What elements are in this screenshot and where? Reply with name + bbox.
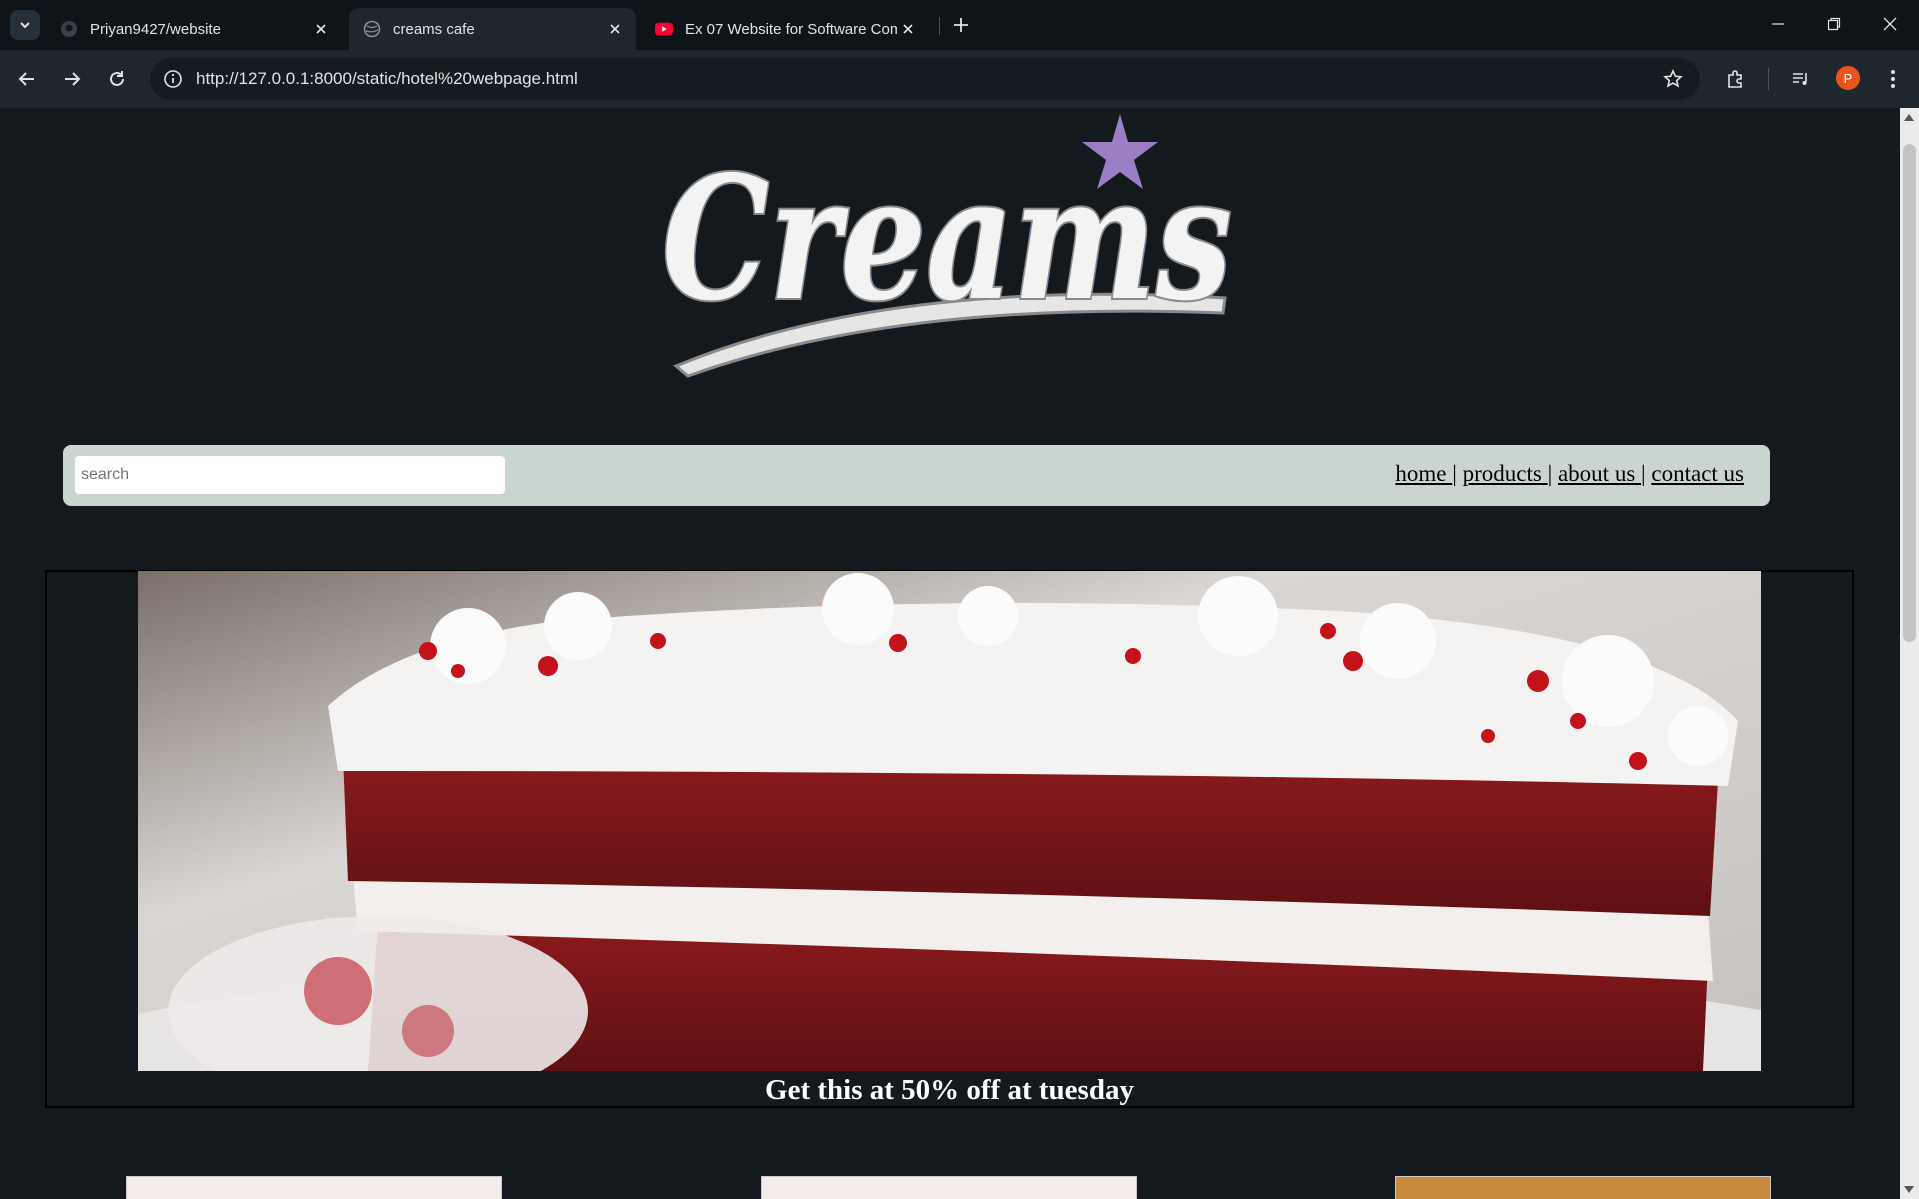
tab-youtube[interactable]: Ex 07 Website for Software Com	[641, 8, 929, 50]
restore-icon	[1827, 17, 1841, 31]
toolbar-divider	[1768, 68, 1769, 90]
youtube-icon	[655, 20, 673, 38]
nav-link-contact-us[interactable]: contact us	[1651, 461, 1744, 486]
close-window-button[interactable]	[1862, 0, 1918, 48]
bookmark-star-icon[interactable]	[1662, 68, 1684, 90]
product-card[interactable]	[761, 1176, 1137, 1199]
nav-links: home | products | about us | contact us	[1395, 445, 1744, 503]
github-icon	[60, 20, 78, 38]
globe-icon	[363, 20, 381, 38]
nav-link-home[interactable]: home	[1395, 461, 1452, 486]
close-icon[interactable]	[604, 18, 626, 40]
promo-caption: Get this at 50% off at tuesday	[765, 1074, 1134, 1106]
scroll-down-arrow-icon[interactable]	[1904, 1186, 1914, 1193]
tab-github[interactable]: Priyan9427/website	[46, 8, 342, 50]
search-input[interactable]	[75, 456, 505, 494]
nav-link-products[interactable]: products	[1463, 461, 1548, 486]
more-menu-icon[interactable]	[1877, 63, 1909, 95]
media-controls-icon[interactable]	[1785, 63, 1817, 95]
plus-icon	[954, 18, 968, 32]
close-icon[interactable]	[897, 18, 919, 40]
close-icon	[1883, 17, 1897, 31]
tab-creams-cafe[interactable]: creams cafe	[349, 8, 636, 50]
back-button[interactable]	[11, 63, 43, 95]
reload-icon	[110, 71, 124, 86]
browser-toolbar: http://127.0.0.1:8000/static/hotel%20web…	[0, 50, 1919, 108]
scrollbar-thumb[interactable]	[1903, 144, 1916, 642]
arrow-right-icon	[65, 72, 81, 86]
tab-title: Priyan9427/website	[90, 20, 221, 38]
vertical-scrollbar[interactable]	[1900, 108, 1919, 1199]
chevron-down-icon	[20, 22, 30, 29]
minimize-icon	[1772, 23, 1784, 25]
svg-text:Creams: Creams	[662, 139, 1232, 339]
nav-separator: |	[1452, 461, 1457, 486]
arrow-left-icon	[18, 72, 34, 86]
tab-title: creams cafe	[393, 20, 475, 38]
nav-link-about-us[interactable]: about us	[1558, 461, 1641, 486]
tab-divider	[939, 17, 940, 35]
product-card[interactable]	[1395, 1176, 1771, 1199]
new-tab-button[interactable]	[948, 12, 974, 38]
forward-button[interactable]	[56, 63, 88, 95]
site-navbar: home | products | about us | contact us	[63, 445, 1770, 506]
product-card[interactable]	[126, 1176, 502, 1199]
scroll-up-arrow-icon[interactable]	[1904, 114, 1914, 121]
address-bar[interactable]: http://127.0.0.1:8000/static/hotel%20web…	[150, 58, 1700, 100]
close-icon[interactable]	[310, 18, 332, 40]
reload-button[interactable]	[101, 63, 133, 95]
nav-separator: |	[1641, 461, 1646, 486]
url-text[interactable]: http://127.0.0.1:8000/static/hotel%20web…	[196, 58, 578, 100]
site-info-icon[interactable]	[162, 68, 184, 90]
nav-separator: |	[1547, 461, 1553, 486]
tab-title: Ex 07 Website for Software Com	[685, 20, 897, 38]
browser-tab-strip: Priyan9427/website creams cafe Ex 07 Web…	[0, 0, 1919, 50]
creams-logo: Creams	[660, 114, 1234, 378]
minimize-button[interactable]	[1750, 0, 1806, 48]
tab-search-button[interactable]	[10, 10, 40, 40]
webpage: Creams home | products | about us | cont…	[0, 108, 1900, 1199]
extensions-icon[interactable]	[1720, 63, 1752, 95]
profile-avatar[interactable]: P	[1836, 66, 1860, 90]
red-velvet-cake-image	[138, 571, 1761, 1071]
restore-button[interactable]	[1806, 0, 1862, 48]
